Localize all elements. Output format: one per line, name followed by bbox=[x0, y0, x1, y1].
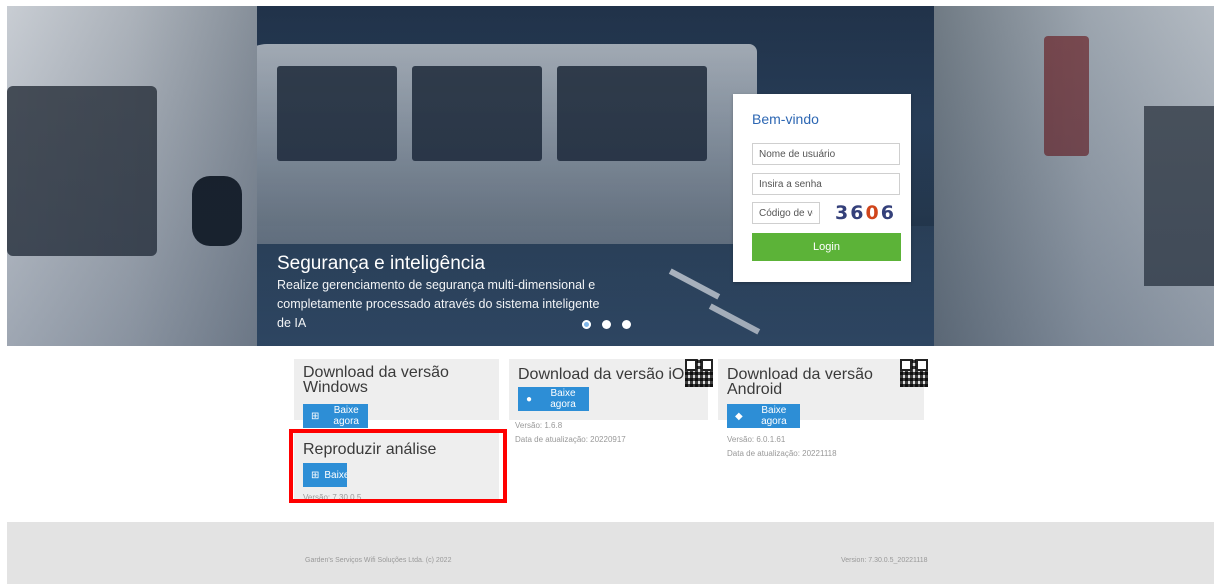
ios-version: Versão: 1.6.8 bbox=[515, 421, 563, 430]
carousel-dot-1[interactable] bbox=[582, 320, 591, 329]
ios-download-card: Download da versão iOS ● Baixe agora bbox=[509, 359, 713, 420]
android-qr-code-icon bbox=[900, 359, 928, 387]
android-version: Versão: 6.0.1.61 bbox=[727, 435, 786, 444]
windows-download-button[interactable]: ⊞ Baixe agora bbox=[303, 404, 368, 428]
ios-update-date: Data de atualização: 20220917 bbox=[515, 435, 626, 444]
login-button[interactable]: Login bbox=[752, 233, 901, 261]
android-icon: ◆ bbox=[735, 410, 743, 422]
android-download-card: Download da versão Android ◆ Baixe agora bbox=[718, 359, 928, 428]
highlight-box bbox=[289, 429, 507, 503]
footer-copyright: Garden's Serviços Wifi Soluções Ltda. (c… bbox=[305, 557, 452, 564]
android-download-title: Download da versão Android bbox=[727, 366, 873, 398]
captcha-input[interactable] bbox=[752, 202, 820, 224]
captcha-image[interactable]: 3606 bbox=[835, 201, 901, 225]
welcome-heading: Bem-vindo bbox=[752, 111, 819, 127]
password-input[interactable] bbox=[752, 173, 900, 195]
carousel-dot-3[interactable] bbox=[622, 320, 631, 329]
carousel-dot-2[interactable] bbox=[602, 320, 611, 329]
windows-download-title: Download da versão Windows bbox=[303, 364, 449, 396]
footer: Garden's Serviços Wifi Soluções Ltda. (c… bbox=[7, 522, 1214, 584]
footer-version: Version: 7.30.0.5_20221118 bbox=[841, 557, 928, 564]
windows-download-card: Download da versão Windows ⊞ Baixe agora bbox=[294, 359, 499, 428]
username-input[interactable] bbox=[752, 143, 900, 165]
hero-title: Segurança e inteligência bbox=[277, 253, 486, 274]
ios-qr-code-icon bbox=[685, 359, 713, 387]
windows-icon: ⊞ bbox=[311, 410, 320, 422]
ios-download-button[interactable]: ● Baixe agora bbox=[518, 387, 589, 411]
android-update-date: Data de atualização: 20221118 bbox=[727, 449, 837, 458]
hero-description: Realize gerenciamento de segurança multi… bbox=[277, 278, 600, 330]
carousel-dots bbox=[582, 320, 631, 329]
ios-download-title: Download da versão iOS bbox=[518, 367, 690, 382]
android-download-button[interactable]: ◆ Baixe agora bbox=[727, 404, 800, 428]
login-panel: Bem-vindo 3606 Login bbox=[733, 94, 911, 282]
hero-banner bbox=[7, 6, 1214, 346]
apple-icon: ● bbox=[526, 393, 533, 405]
